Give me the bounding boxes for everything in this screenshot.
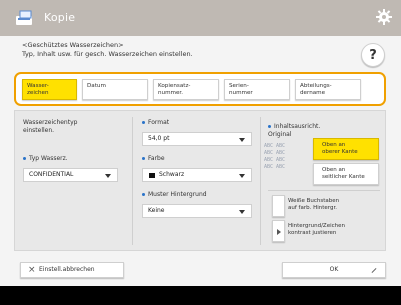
tab-department-name[interactable]: Abteilungs- dername — [295, 79, 361, 100]
pattern-value: Keine — [148, 207, 165, 214]
ok-button[interactable]: OK — [282, 262, 386, 278]
bullet-icon — [23, 157, 26, 160]
chevron-down-icon — [239, 174, 245, 178]
bullet-icon — [142, 157, 145, 160]
chevron-down-icon — [239, 210, 245, 214]
instruction-line-2: Typ, Inhalt usw. für gesch. Wasserzeiche… — [22, 50, 193, 58]
contrast-adjust-label: Hintergrund/Zeichen kontrast justieren — [288, 223, 345, 236]
main-panel: <Geschütztes Wasserzeichen> Typ, Inhalt … — [0, 36, 401, 286]
tab-copy-set-number[interactable]: Kopiensatz- nummer. — [153, 79, 219, 100]
pattern-select[interactable]: Keine — [142, 204, 252, 218]
help-button[interactable]: ? — [361, 43, 385, 67]
corner-mark-icon — [371, 268, 377, 273]
bullet-icon — [142, 121, 145, 124]
copier-icon — [15, 9, 35, 27]
gear-icon[interactable] — [375, 8, 393, 26]
watermark-type-value: CONFIDENTIAL — [29, 171, 74, 178]
orientation-preview-icon: ABC ABC ABC ABC ABC ABC ABC ABC — [264, 143, 286, 170]
watermark-type-label: Typ Wasserz. — [23, 155, 68, 163]
settings-content: Wasserzeichentyp einstellen. Typ Wasserz… — [14, 110, 386, 251]
contrast-adjust-button[interactable] — [272, 220, 285, 242]
cancel-settings-label: Einstell.abbrechen — [39, 266, 95, 273]
column-divider — [260, 117, 261, 245]
orientation-left-button[interactable]: Oben an seitlicher Kante — [313, 163, 379, 185]
bullet-icon — [268, 125, 271, 128]
bullet-icon — [142, 193, 145, 196]
pattern-label-text: Muster Hintergrund — [148, 191, 207, 198]
color-label: Farbe — [142, 155, 165, 163]
pattern-label: Muster Hintergrund — [142, 191, 207, 199]
white-letters-checkbox[interactable] — [272, 195, 285, 217]
title-bar: Kopie — [0, 0, 401, 36]
color-label-text: Farbe — [148, 155, 165, 162]
color-value: Schwarz — [159, 171, 185, 178]
app-title: Kopie — [44, 11, 76, 24]
tab-bar: Wasser- zeichen Datum Kopiensatz- nummer… — [14, 72, 386, 106]
orientation-top-button[interactable]: Oben an oberer Kante — [313, 138, 379, 160]
ok-label: OK — [329, 266, 339, 273]
color-swatch — [149, 173, 155, 178]
format-select[interactable]: 54,0 pt — [142, 132, 252, 146]
white-letters-label: Weiße Buchstaben auf farb. Hintergr. — [288, 198, 340, 211]
bottom-bar — [0, 286, 401, 305]
close-icon: × — [28, 265, 36, 275]
chevron-down-icon — [239, 138, 245, 142]
chevron-right-icon — [277, 229, 281, 235]
cancel-settings-button[interactable]: × Einstell.abbrechen — [20, 262, 124, 278]
color-select[interactable]: Schwarz — [142, 168, 252, 182]
watermark-type-heading: Wasserzeichentyp einstellen. — [23, 119, 78, 134]
tab-serial-number[interactable]: Serien- nummer — [224, 79, 290, 100]
column-divider — [132, 117, 133, 245]
instruction-line-1: <Geschütztes Wasserzeichen> — [22, 41, 124, 49]
format-value: 54,0 pt — [148, 135, 170, 142]
chevron-down-icon — [105, 174, 111, 178]
orientation-label-text: Inhaltsausricht. Original — [268, 123, 321, 138]
orientation-label: Inhaltsausricht. Original — [268, 115, 320, 139]
instruction-text: <Geschütztes Wasserzeichen> Typ, Inhalt … — [22, 41, 193, 59]
section-divider — [268, 190, 380, 191]
format-label-text: Format — [148, 119, 170, 126]
watermark-type-select[interactable]: CONFIDENTIAL — [23, 168, 118, 182]
format-label: Format — [142, 119, 169, 127]
tab-date[interactable]: Datum — [82, 79, 148, 100]
watermark-type-label-text: Typ Wasserz. — [29, 155, 68, 162]
tab-watermark[interactable]: Wasser- zeichen — [22, 79, 77, 100]
